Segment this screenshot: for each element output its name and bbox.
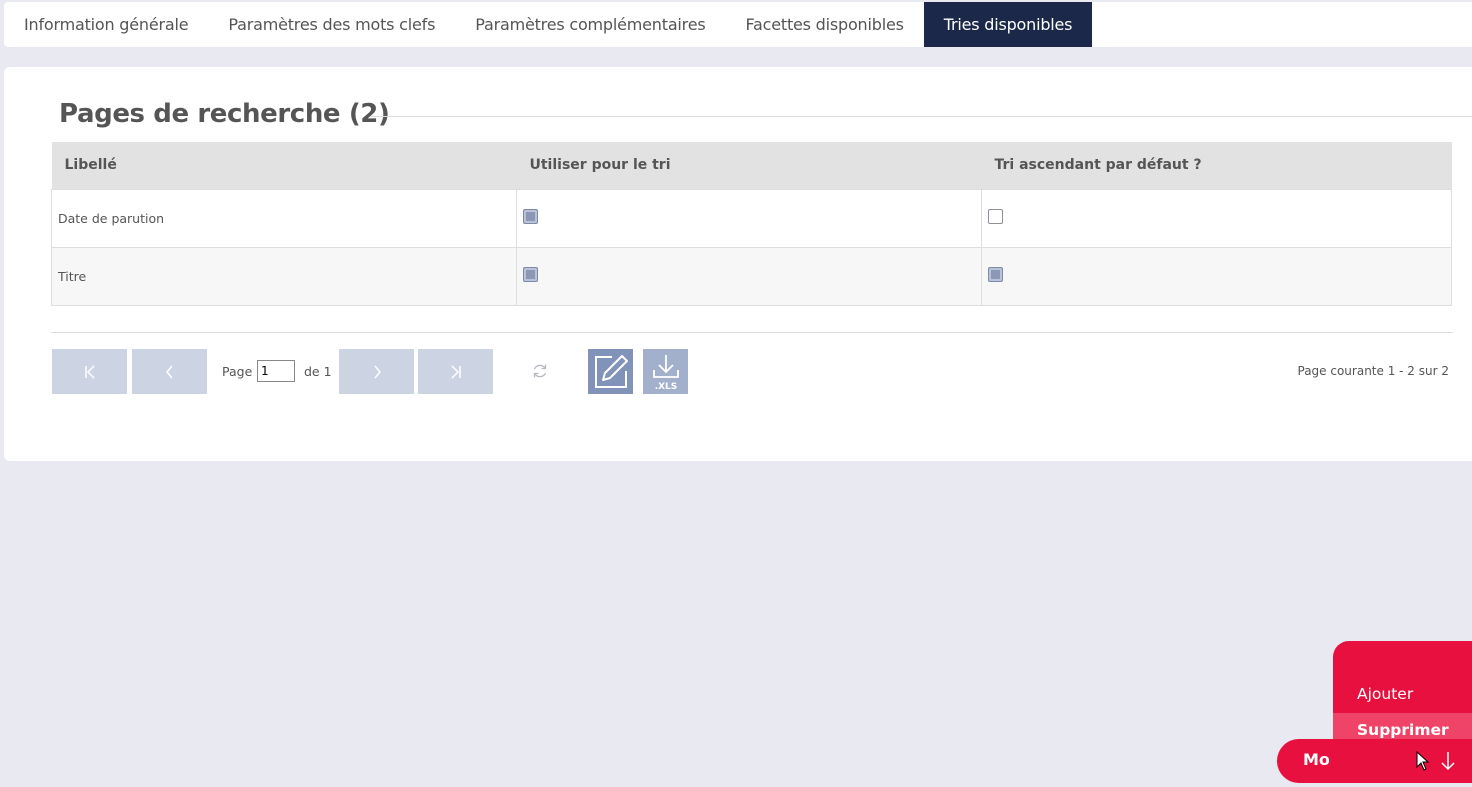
chevron-right-icon xyxy=(373,365,381,378)
table-header-row: Libellé Utiliser pour le tri Tri ascenda… xyxy=(51,142,1452,189)
refresh-icon[interactable] xyxy=(530,361,550,381)
download-icon: .XLS xyxy=(652,354,679,392)
edit-icon xyxy=(594,354,628,388)
tab-parametres-complementaires[interactable]: Paramètres complémentaires xyxy=(455,2,725,47)
tab-tries-disponibles[interactable]: Tries disponibles xyxy=(923,2,1093,47)
modify-action-label: Mod xyxy=(1303,750,1329,769)
row-label: Titre xyxy=(51,246,517,306)
modify-action-button[interactable]: Mod xyxy=(1277,739,1472,783)
ascending-default-checkbox[interactable] xyxy=(988,266,1003,282)
use-for-sort-checkbox[interactable] xyxy=(523,208,538,224)
column-header-libelle[interactable]: Libellé xyxy=(51,142,517,189)
page-label: Page xyxy=(222,364,253,379)
mouse-cursor-icon xyxy=(1416,751,1430,771)
tab-parametres-mots-clefs[interactable]: Paramètres des mots clefs xyxy=(208,2,455,47)
tab-bar: Information générale Paramètres des mots… xyxy=(4,2,1472,47)
next-page-button[interactable] xyxy=(339,349,414,394)
tab-information-generale[interactable]: Information générale xyxy=(4,2,208,47)
previous-page-button[interactable] xyxy=(132,349,207,394)
page: Information générale Paramètres des mots… xyxy=(0,0,1472,787)
column-header-tri-ascendant[interactable]: Tri ascendant par défaut ? xyxy=(981,142,1452,189)
first-page-button[interactable] xyxy=(52,349,127,394)
xls-label: .XLS xyxy=(654,382,677,392)
edit-button[interactable] xyxy=(588,349,633,394)
export-xls-button[interactable]: .XLS xyxy=(643,349,688,394)
row-label: Date de parution xyxy=(51,188,517,248)
pager-divider xyxy=(51,332,1453,333)
cell-ascending-default xyxy=(981,188,1452,248)
action-menu: Ajouter Supprimer xyxy=(1333,641,1472,751)
arrow-down-icon xyxy=(1441,752,1455,771)
cell-use-for-sort xyxy=(516,246,982,306)
chevron-left-icon xyxy=(165,365,173,378)
last-page-button[interactable] xyxy=(418,349,493,394)
ascending-default-checkbox[interactable] xyxy=(988,208,1003,224)
page-info: Page courante 1 - 2 sur 2 xyxy=(1297,364,1450,378)
table-row[interactable]: Titre xyxy=(51,246,1452,306)
tab-facettes-disponibles[interactable]: Facettes disponibles xyxy=(725,2,923,47)
page-total-label: de 1 xyxy=(304,364,332,379)
page-number-input[interactable] xyxy=(257,360,295,382)
column-header-utiliser-tri[interactable]: Utiliser pour le tri xyxy=(516,142,982,189)
title-divider xyxy=(370,116,1472,117)
first-page-icon xyxy=(84,364,95,379)
cell-ascending-default xyxy=(981,246,1452,306)
table-row[interactable]: Date de parution xyxy=(51,188,1452,248)
section-title: Pages de recherche (2) xyxy=(59,99,390,129)
content-panel: Pages de recherche (2) Libellé Utiliser … xyxy=(4,67,1472,461)
use-for-sort-checkbox[interactable] xyxy=(523,266,538,282)
sort-table: Libellé Utiliser pour le tri Tri ascenda… xyxy=(51,142,1452,306)
add-menu-item[interactable]: Ajouter xyxy=(1333,677,1472,710)
cell-use-for-sort xyxy=(516,188,982,248)
last-page-icon xyxy=(450,364,461,379)
